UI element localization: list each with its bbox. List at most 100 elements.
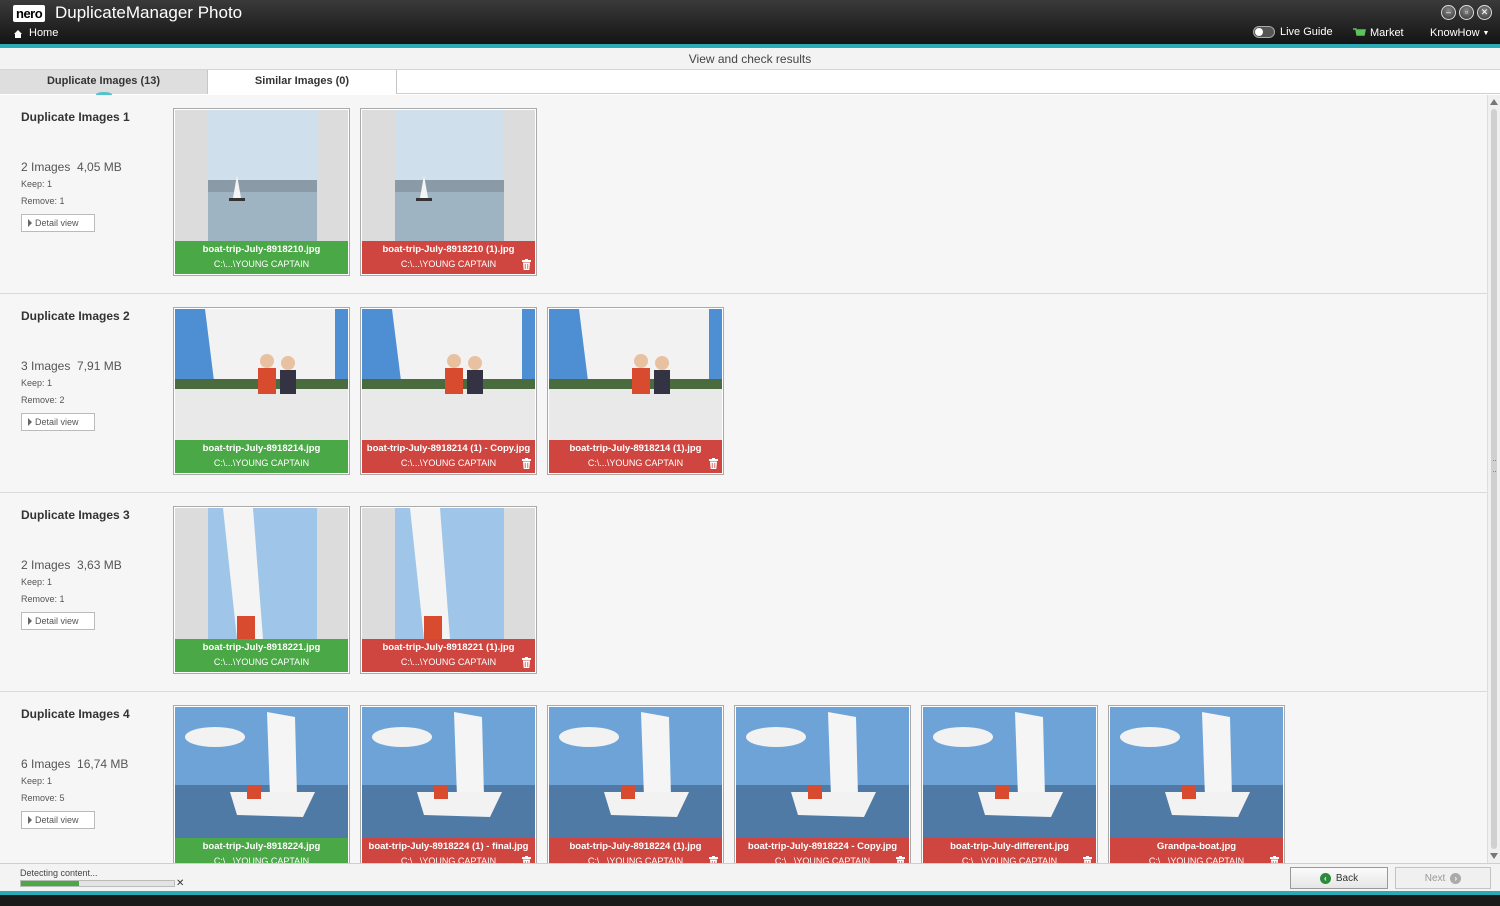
image-path: C:\...\YOUNG CAPTAIN [1148,856,1245,863]
vertical-scrollbar[interactable] [1487,95,1500,863]
trash-icon[interactable] [709,458,718,469]
group-size: 4,05 MB [77,160,122,174]
photo-preview [1110,707,1283,838]
image-caption-remove: boat-trip-July-8918210 (1).jpg C:\...\YOU… [362,241,535,274]
next-button[interactable]: Next › [1395,867,1491,889]
image-caption-keep: boat-trip-July-8918210.jpg C:\...\YOUNG C… [175,241,348,274]
image-thumbnail[interactable]: boat-trip-July-8918221.jpg C:\...\YOUNG C… [173,506,350,674]
image-thumbnail[interactable]: boat-trip-July-8918214.jpg C:\...\YOUNG C… [173,307,350,475]
home-icon [14,29,22,38]
trash-icon[interactable] [896,856,905,863]
image-filename: boat-trip-July-8918224 - Copy.jpg [747,841,898,852]
image-thumbnail[interactable]: boat-trip-July-8918210 (1).jpg C:\...\YOU… [360,108,537,276]
image-filename: boat-trip-July-8918221 (1).jpg [382,642,515,653]
cancel-scan-icon[interactable]: ✕ [176,878,184,889]
image-thumbnail[interactable]: Grandpa-boat.jpg C:\...\YOUNG CAPTAIN [1108,705,1285,863]
keep-count: Keep: 1 [21,179,53,189]
detail-view-label: Detail view [35,218,79,228]
remove-count: Remove: 2 [21,395,65,405]
image-filename: Grandpa-boat.jpg [1156,841,1237,852]
image-filename: boat-trip-July-8918214.jpg [202,443,321,454]
trash-icon[interactable] [522,856,531,863]
detail-view-button[interactable]: Detail view [21,811,95,829]
play-icon [28,418,32,426]
photo-preview [362,508,535,639]
home-button[interactable]: Home [13,27,58,40]
photo-preview [549,707,722,838]
detail-view-label: Detail view [35,417,79,427]
image-thumbnail[interactable]: boat-trip-July-8918224 (1) - final.jpg C:… [360,705,537,863]
detail-view-button[interactable]: Detail view [21,612,95,630]
minimize-icon[interactable]: – [1441,5,1456,20]
image-thumbnail[interactable]: boat-trip-July-8918214 (1).jpg C:\...\YOU… [547,307,724,475]
image-filename: boat-trip-July-8918214 (1) - Copy.jpg [366,443,531,454]
photo-preview [175,508,348,639]
back-button[interactable]: ‹ Back [1290,867,1388,889]
scroll-down-icon[interactable] [1490,853,1498,859]
status-bar: Detecting content... ✕ ‹ Back Next › [0,863,1500,891]
photo-preview [923,707,1096,838]
trash-icon[interactable] [1270,856,1279,863]
keep-count: Keep: 1 [21,577,53,587]
knowhow-menu[interactable]: KnowHow ▼ [1430,27,1489,39]
market-label: Market [1370,27,1404,39]
keep-count: Keep: 1 [21,378,53,388]
trash-icon[interactable] [522,458,531,469]
back-label: Back [1335,872,1359,884]
group-size: 7,91 MB [77,359,122,373]
photo-preview [362,309,535,440]
tab-duplicate-images[interactable]: Duplicate Images (13) [0,70,208,97]
image-caption-keep: boat-trip-July-8918221.jpg C:\...\YOUNG C… [175,639,348,672]
trash-icon[interactable] [1083,856,1092,863]
status-text: Detecting content... [20,868,98,878]
duplicate-group: Duplicate Images 4 6 Images 16,74 MB Keep:… [0,692,1487,863]
image-thumbnail[interactable]: boat-trip-July-8918224 - Copy.jpg C:\...\… [734,705,911,863]
tab-bar: Duplicate Images (13) Similar Images (0) [0,70,1500,97]
image-caption-keep: boat-trip-July-8918224.jpg C:\...\YOUNG C… [175,838,348,863]
image-filename: boat-trip-July-8918224 (1).jpg [569,841,702,852]
image-caption-remove: boat-trip-July-8918221 (1).jpg C:\...\YOU… [362,639,535,672]
window-controls: – ▫ ✕ [1441,5,1492,20]
image-thumbnail[interactable]: boat-trip-July-8918221 (1).jpg C:\...\YOU… [360,506,537,674]
toggle-icon[interactable] [1253,26,1275,38]
group-count: 3 Images 7,91 MB [21,359,122,373]
live-guide-toggle[interactable]: Live Guide [1253,26,1333,38]
image-thumbnail[interactable]: boat-trip-July-different.jpg C:\...\YOUNG… [921,705,1098,863]
arrow-left-icon: ‹ [1319,872,1331,884]
detail-view-button[interactable]: Detail view [21,214,95,232]
image-filename: boat-trip-July-8918224 (1) - final.jpg [368,841,529,852]
group-count: 2 Images 4,05 MB [21,160,122,174]
trash-icon[interactable] [522,657,531,668]
image-count: 6 Images [21,757,71,771]
photo-preview [175,707,348,838]
image-path: C:\...\YOUNG CAPTAIN [400,657,497,667]
maximize-icon[interactable]: ▫ [1459,5,1474,20]
group-size: 3,63 MB [77,558,122,572]
scrollbar-thumb[interactable] [1491,109,1497,849]
image-path: C:\...\YOUNG CAPTAIN [213,259,310,269]
remove-count: Remove: 5 [21,793,65,803]
footer-bar [0,895,1500,906]
nero-logo: nero [13,5,46,22]
group-count: 2 Images 3,63 MB [21,558,122,572]
trash-icon[interactable] [709,856,718,863]
image-thumbnail[interactable]: boat-trip-July-8918214 (1) - Copy.jpg C:\… [360,307,537,475]
duplicate-group: Duplicate Images 1 2 Images 4,05 MB Keep: … [0,95,1487,294]
image-thumbnail[interactable]: boat-trip-July-8918224.jpg C:\...\YOUNG C… [173,705,350,863]
play-icon [28,816,32,824]
group-title: Duplicate Images 3 [21,508,130,522]
photo-preview [736,707,909,838]
image-caption-remove: boat-trip-July-different.jpg C:\...\YOUNG… [923,838,1096,863]
scroll-up-icon[interactable] [1490,99,1498,105]
image-thumbnail[interactable]: boat-trip-July-8918224 (1).jpg C:\...\YOU… [547,705,724,863]
group-count: 6 Images 16,74 MB [21,757,128,771]
image-thumbnail[interactable]: boat-trip-July-8918210.jpg C:\...\YOUNG C… [173,108,350,276]
close-icon[interactable]: ✕ [1477,5,1492,20]
duplicate-group: Duplicate Images 2 3 Images 7,91 MB Keep: … [0,294,1487,493]
tab-similar-images[interactable]: Similar Images (0) [208,70,397,94]
trash-icon[interactable] [522,259,531,270]
image-caption-remove: Grandpa-boat.jpg C:\...\YOUNG CAPTAIN [1110,838,1283,863]
detail-view-button[interactable]: Detail view [21,413,95,431]
remove-count: Remove: 1 [21,594,65,604]
market-button[interactable]: Market [1353,27,1404,39]
